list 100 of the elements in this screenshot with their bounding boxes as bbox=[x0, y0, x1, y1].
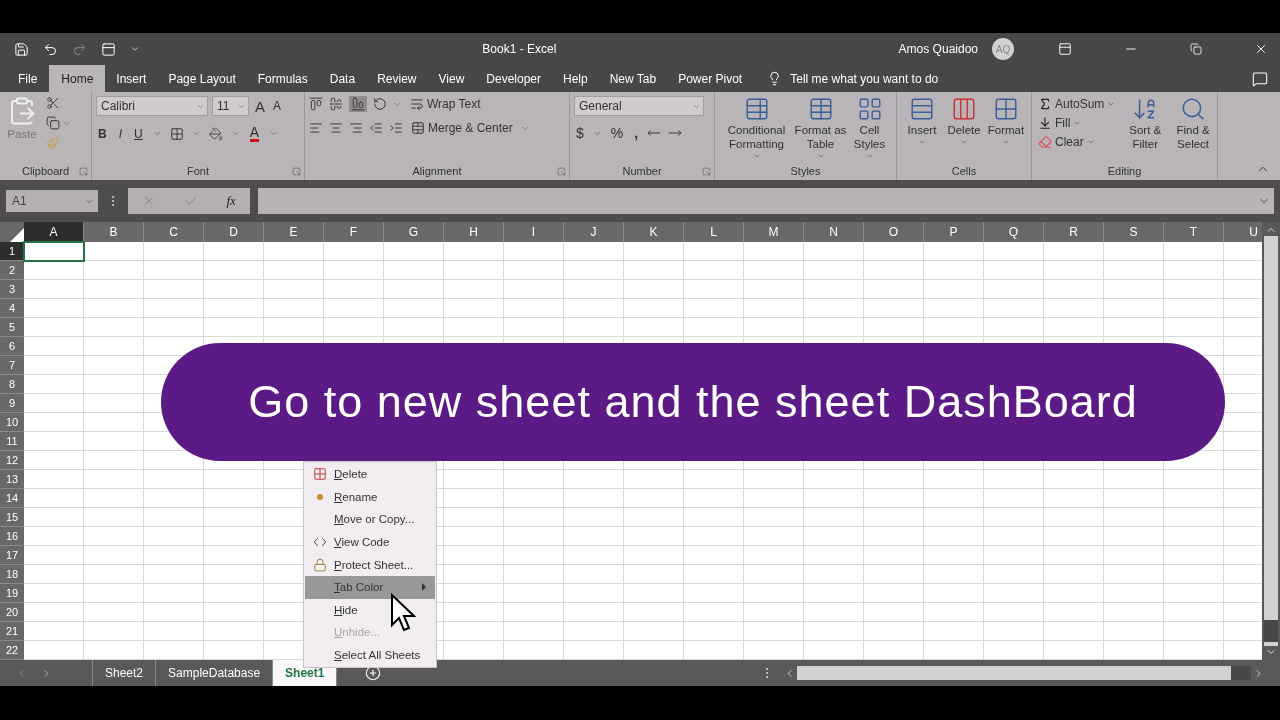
orientation-icon[interactable] bbox=[373, 97, 387, 111]
ribbon-button[interactable]: Conditional Formatting bbox=[720, 96, 793, 162]
caret-icon[interactable] bbox=[152, 129, 162, 138]
dialog-launcher-icon[interactable] bbox=[557, 167, 566, 176]
ribbon-options-icon[interactable] bbox=[1058, 42, 1072, 56]
ribbon-tab[interactable]: File bbox=[6, 65, 50, 92]
row-header[interactable]: 2 bbox=[0, 261, 24, 280]
ribbon-tab[interactable]: Power Pivot bbox=[667, 65, 754, 92]
menu-item[interactable]: Move or Copy... bbox=[305, 508, 435, 531]
italic-button[interactable]: I bbox=[116, 125, 124, 142]
borders-icon[interactable] bbox=[169, 126, 184, 141]
menu-item[interactable]: View Code bbox=[305, 530, 435, 554]
ribbon-tab[interactable]: Developer bbox=[475, 65, 552, 92]
row-header[interactable]: 5 bbox=[0, 318, 24, 337]
font-size-field[interactable]: 11 bbox=[212, 96, 249, 116]
row-header[interactable]: 19 bbox=[0, 584, 24, 603]
row-header[interactable]: 22 bbox=[0, 641, 24, 660]
row-header[interactable]: 14 bbox=[0, 489, 24, 508]
font-name-field[interactable]: Calibri bbox=[96, 96, 208, 116]
row-header[interactable]: 11 bbox=[0, 432, 24, 451]
ribbon-button[interactable]: Clear bbox=[1036, 134, 1118, 150]
outdent-icon[interactable] bbox=[369, 121, 383, 135]
ribbon-tab[interactable]: View bbox=[427, 65, 476, 92]
ribbon-button[interactable]: Cell Styles bbox=[848, 96, 891, 162]
menu-item[interactable]: Protect Sheet... bbox=[305, 553, 435, 576]
row-header[interactable]: 4 bbox=[0, 299, 24, 318]
top-align-icon[interactable] bbox=[309, 97, 323, 111]
scroll-thumb[interactable] bbox=[1264, 620, 1278, 642]
dialog-launcher-icon[interactable] bbox=[702, 167, 711, 176]
close-icon[interactable] bbox=[1254, 42, 1268, 56]
middle-align-icon[interactable] bbox=[329, 97, 343, 111]
redo-icon[interactable] bbox=[72, 41, 87, 57]
caret-icon[interactable] bbox=[269, 129, 279, 138]
undo-icon[interactable] bbox=[43, 41, 58, 57]
ribbon-button[interactable]: Insert bbox=[902, 96, 942, 162]
ribbon-tab[interactable]: Review bbox=[366, 65, 428, 92]
ribbon-tab[interactable]: Data bbox=[318, 65, 367, 92]
name-box[interactable]: A1 bbox=[6, 190, 98, 212]
ribbon-tab[interactable]: Formulas bbox=[246, 65, 319, 92]
ribbon-button[interactable]: Find & Select bbox=[1173, 96, 1213, 162]
merge-center-button[interactable]: Merge & Center bbox=[409, 120, 515, 136]
currency-button[interactable]: $ bbox=[574, 124, 586, 142]
bold-button[interactable]: B bbox=[96, 125, 109, 142]
center-icon[interactable] bbox=[329, 121, 343, 135]
ribbon-button[interactable]: Sort & Filter bbox=[1125, 96, 1166, 162]
indent-icon[interactable] bbox=[389, 121, 403, 135]
column-header[interactable]: A bbox=[24, 222, 84, 242]
row-header[interactable]: 3 bbox=[0, 280, 24, 299]
form-icon[interactable] bbox=[101, 41, 116, 57]
row-header[interactable]: 6 bbox=[0, 337, 24, 356]
align-right-icon[interactable] bbox=[349, 121, 363, 135]
menu-item[interactable]: Delete bbox=[305, 463, 435, 486]
row-header[interactable]: 13 bbox=[0, 470, 24, 489]
wrap-text-button[interactable]: Wrap Text bbox=[408, 96, 483, 112]
row-header[interactable]: 9 bbox=[0, 394, 24, 413]
ribbon-button[interactable]: Delete bbox=[944, 96, 984, 162]
underline-button[interactable]: U bbox=[132, 125, 145, 142]
comments-icon[interactable] bbox=[1252, 70, 1268, 87]
row-header[interactable]: 16 bbox=[0, 527, 24, 546]
caret-icon[interactable] bbox=[191, 129, 201, 138]
row-header[interactable]: 8 bbox=[0, 375, 24, 394]
increase-font-button[interactable]: A bbox=[253, 97, 267, 115]
ribbon-button[interactable]: AutoSum bbox=[1036, 96, 1118, 112]
row-header[interactable]: 10 bbox=[0, 413, 24, 432]
row-header[interactable]: 21 bbox=[0, 622, 24, 641]
percent-button[interactable]: % bbox=[608, 124, 626, 142]
scroll-thumb[interactable] bbox=[1231, 666, 1251, 680]
ribbon-tab[interactable]: New Tab bbox=[598, 65, 668, 92]
menu-item[interactable]: Rename bbox=[305, 485, 435, 509]
vertical-scrollbar[interactable] bbox=[1262, 222, 1280, 660]
menu-item[interactable]: Tab Color bbox=[305, 575, 435, 599]
copy-icon[interactable] bbox=[46, 116, 60, 130]
save-icon[interactable] bbox=[14, 41, 29, 57]
row-header[interactable]: 15 bbox=[0, 508, 24, 527]
tell-me-field[interactable]: Tell me what you want to do bbox=[767, 65, 1252, 92]
row-header[interactable]: 1 bbox=[0, 242, 24, 261]
formula-field[interactable] bbox=[258, 188, 1274, 214]
font-color-button[interactable]: A bbox=[247, 124, 262, 143]
row-header[interactable]: 18 bbox=[0, 565, 24, 584]
dialog-launcher-icon[interactable] bbox=[79, 167, 88, 176]
caret-icon[interactable] bbox=[230, 129, 240, 138]
enter-icon[interactable] bbox=[184, 194, 199, 208]
row-header[interactable]: 17 bbox=[0, 546, 24, 565]
ribbon-button[interactable]: Format bbox=[986, 96, 1026, 162]
new-sheet-icon[interactable] bbox=[365, 665, 382, 681]
comma-button[interactable]: , bbox=[632, 124, 641, 142]
ribbon-button[interactable]: Fill bbox=[1036, 115, 1118, 131]
number-format-field[interactable]: General bbox=[574, 96, 704, 116]
restore-icon[interactable] bbox=[1190, 43, 1202, 55]
cut-icon[interactable] bbox=[46, 96, 60, 110]
bottom-align-button[interactable] bbox=[349, 96, 367, 112]
insert-function-button[interactable]: fx bbox=[226, 193, 236, 209]
ribbon-button[interactable]: Format as Table bbox=[794, 96, 847, 162]
customize-icon[interactable] bbox=[130, 44, 140, 54]
ribbon-tab[interactable]: Home bbox=[49, 65, 106, 92]
ribbon-tab[interactable]: Help bbox=[552, 65, 599, 92]
ribbon-tab[interactable]: Page Layout bbox=[157, 65, 247, 92]
active-cell[interactable] bbox=[23, 241, 85, 262]
align-left-icon[interactable] bbox=[309, 121, 323, 135]
fill-color-icon[interactable] bbox=[208, 126, 223, 141]
